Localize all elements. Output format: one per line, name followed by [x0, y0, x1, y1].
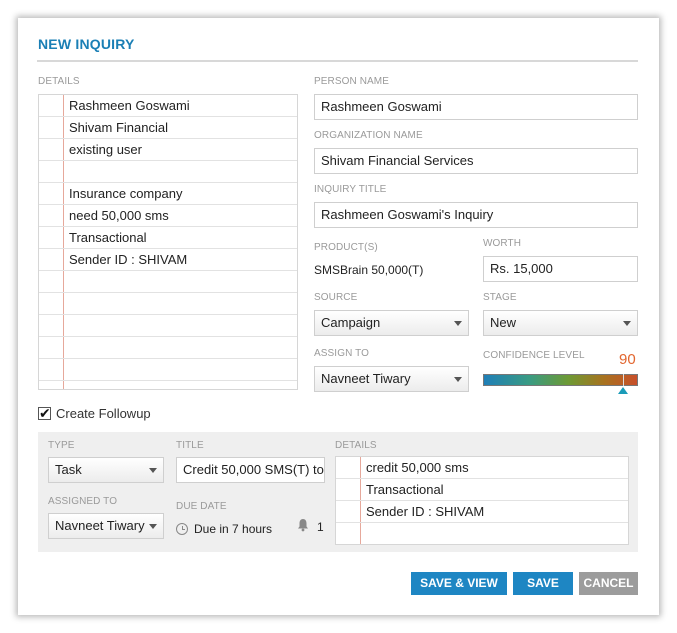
notepad-line: Sender ID : SHIVAM	[336, 501, 628, 523]
stage-select[interactable]: New	[483, 310, 638, 336]
notepad-line: Shivam Financial	[39, 117, 297, 139]
confidence-label: CONFIDENCE LEVEL	[483, 350, 585, 361]
source-value: Campaign	[321, 315, 381, 330]
cancel-button[interactable]: CANCEL	[579, 572, 638, 595]
clock-icon	[176, 523, 188, 535]
notepad-line	[39, 381, 297, 389]
confidence-value: 90	[619, 351, 636, 368]
assigned-to-select[interactable]: Navneet Tiwary	[48, 513, 164, 539]
assign-to-label: ASSIGN TO	[314, 348, 369, 359]
notepad-line: credit 50,000 sms	[336, 457, 628, 479]
dialog-title: NEW INQUIRY	[38, 36, 135, 52]
organization-name-input[interactable]: Shivam Financial Services	[314, 148, 638, 174]
notepad-line: Transactional	[39, 227, 297, 249]
confidence-level-tick	[622, 374, 624, 386]
chevron-down-icon	[454, 377, 462, 382]
organization-name-label: ORGANIZATION NAME	[314, 130, 423, 141]
followup-title-label: TITLE	[176, 440, 204, 451]
confidence-slider-handle[interactable]	[617, 387, 628, 394]
stage-label: STAGE	[483, 292, 517, 303]
assign-to-value: Navneet Tiwary	[321, 371, 411, 386]
followup-panel: TYPE Task TITLE Credit 50,000 SMS(T) to …	[38, 432, 638, 552]
details-label: DETAILS	[38, 76, 80, 87]
person-name-input[interactable]: Rashmeen Goswami	[314, 94, 638, 120]
notepad-line	[336, 523, 628, 544]
save-button[interactable]: SAVE	[513, 572, 573, 595]
source-label: SOURCE	[314, 292, 358, 303]
notepad-line	[39, 315, 297, 337]
notepad-line	[39, 271, 297, 293]
notepad-line: Transactional	[336, 479, 628, 501]
source-select[interactable]: Campaign	[314, 310, 469, 336]
notepad-line	[39, 359, 297, 381]
followup-title-input[interactable]: Credit 50,000 SMS(T) to S	[176, 457, 325, 483]
chevron-down-icon	[623, 321, 631, 326]
chevron-down-icon	[149, 524, 157, 529]
due-date-label: DUE DATE	[176, 501, 227, 512]
notepad-line	[39, 293, 297, 315]
notepad-line: need 50,000 sms	[39, 205, 297, 227]
notepad-line: Rashmeen Goswami	[39, 95, 297, 117]
reminder-count: 1	[317, 520, 324, 534]
details-textarea[interactable]: Rashmeen Goswami Shivam Financial existing…	[38, 94, 298, 390]
chevron-down-icon	[454, 321, 462, 326]
followup-details-label: DETAILS	[335, 440, 377, 451]
notepad-line: Insurance company	[39, 183, 297, 205]
assigned-to-value: Navneet Tiwary	[55, 518, 145, 533]
new-inquiry-dialog: NEW INQUIRY DETAILS Rashmeen Goswami Shiv…	[18, 18, 659, 615]
save-and-view-button[interactable]: SAVE & VIEW	[411, 572, 507, 595]
create-followup-checkbox[interactable]: ✔	[38, 406, 51, 420]
followup-details-textarea[interactable]: credit 50,000 sms Transactional Sender ID …	[335, 456, 629, 545]
stage-value: New	[490, 315, 517, 330]
create-followup-toggle[interactable]: ✔ Create Followup	[38, 406, 151, 421]
inquiry-title-input[interactable]: Rashmeen Goswami's Inquiry	[314, 202, 638, 228]
followup-type-value: Task	[55, 462, 82, 477]
create-followup-label: Create Followup	[56, 406, 151, 421]
assigned-to-label: ASSIGNED TO	[48, 496, 118, 507]
title-divider	[37, 60, 638, 62]
followup-type-label: TYPE	[48, 440, 75, 451]
notepad-line	[39, 337, 297, 359]
products-value[interactable]: SMSBrain 50,000(T)	[314, 263, 423, 277]
confidence-slider[interactable]	[483, 374, 638, 386]
worth-label: WORTH	[483, 238, 522, 249]
person-name-label: PERSON NAME	[314, 76, 390, 87]
products-label: PRODUCT(S)	[314, 242, 378, 253]
assign-to-select[interactable]: Navneet Tiwary	[314, 366, 469, 392]
followup-type-select[interactable]: Task	[48, 457, 164, 483]
chevron-down-icon	[149, 468, 157, 473]
bell-icon[interactable]	[296, 518, 310, 532]
notepad-line: existing user	[39, 139, 297, 161]
notepad-line	[39, 161, 297, 183]
worth-input[interactable]: Rs. 15,000	[483, 256, 638, 282]
due-date-value[interactable]: Due in 7 hours	[194, 522, 272, 536]
inquiry-title-label: INQUIRY TITLE	[314, 184, 387, 195]
notepad-line: Sender ID : SHIVAM	[39, 249, 297, 271]
